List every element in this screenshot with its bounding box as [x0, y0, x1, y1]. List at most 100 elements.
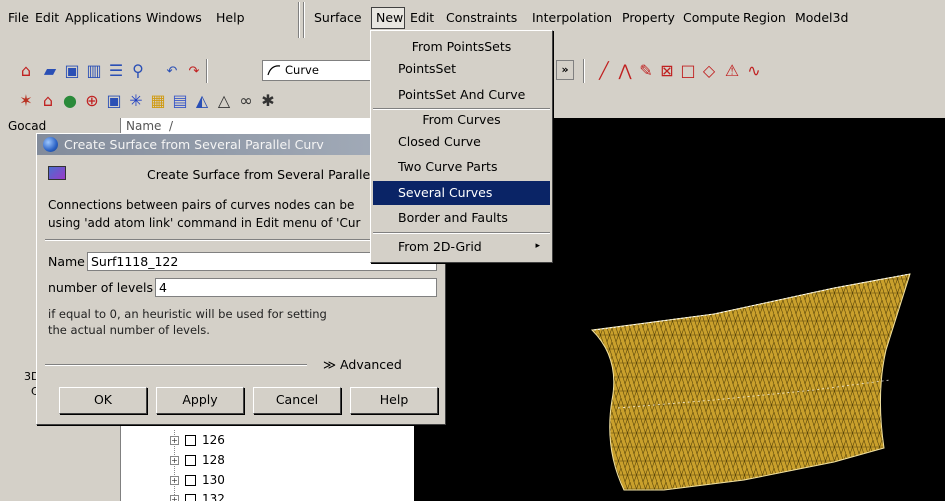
diamond-tool-icon[interactable]: ◇	[699, 61, 719, 81]
new-object-icon[interactable]: ⌂	[16, 61, 36, 81]
menu-windows[interactable]: Windows	[146, 10, 202, 25]
wave-tool-icon[interactable]: ∿	[744, 61, 764, 81]
menu-item-border-and-faults[interactable]: Border and Faults	[373, 206, 550, 230]
app-icon	[43, 137, 58, 152]
toolbar-overflow-button[interactable]: »	[556, 60, 574, 80]
tree-row[interactable]: +132	[170, 492, 225, 501]
layers-icon[interactable]: ▤	[170, 91, 190, 111]
expand-icon[interactable]: +	[170, 435, 179, 445]
menu-property[interactable]: Property	[622, 10, 675, 25]
menu-item-several-curves[interactable]: Several Curves	[373, 181, 550, 205]
submenu-arrow-icon: ▸	[535, 241, 540, 251]
gocad-label: Gocad	[8, 119, 47, 133]
object-type-combo[interactable]: Curve	[262, 60, 374, 81]
toolbar-separator	[583, 59, 585, 83]
asterisk-icon[interactable]: ✱	[258, 91, 278, 111]
undo-icon[interactable]: ↶	[162, 61, 182, 81]
menu-constraints[interactable]: Constraints	[446, 10, 517, 25]
delete-icon[interactable]: ▥	[84, 61, 104, 81]
search-icon[interactable]: ⚲	[128, 61, 148, 81]
dialog-heading: Create Surface from Several Parallel Cu	[147, 167, 395, 182]
save-icon[interactable]: ▣	[62, 61, 82, 81]
open-folder-icon[interactable]: ▰	[40, 61, 60, 81]
dialog-info: Connections between pairs of curves node…	[48, 196, 360, 232]
menu-item-pointsset-and-curve[interactable]: PointsSet And Curve	[373, 83, 550, 107]
help-button[interactable]: Help	[350, 387, 438, 414]
expand-icon[interactable]: +	[170, 494, 179, 501]
toolbar-separator	[206, 59, 208, 83]
glasses-icon[interactable]: ∞	[236, 91, 256, 111]
menu-separator	[373, 108, 550, 110]
visibility-checkbox[interactable]	[185, 454, 196, 466]
menu-applications[interactable]: Applications	[65, 10, 141, 25]
levels-note: if equal to 0, an heuristic will be used…	[48, 306, 327, 338]
menubar-separator	[303, 2, 305, 38]
tree-row-label: 132	[202, 492, 225, 501]
expand-icon[interactable]: +	[170, 455, 179, 465]
triangle-tool-icon[interactable]: ⚠	[722, 61, 742, 81]
box-select-icon[interactable]: ⊠	[657, 61, 677, 81]
menu-help[interactable]: Help	[216, 10, 245, 25]
menu-new[interactable]: New	[376, 10, 403, 25]
rectangle-tool-icon[interactable]: □	[678, 61, 698, 81]
tree-row-label: 126	[202, 433, 225, 447]
tree-column-name-label: Name	[126, 119, 162, 133]
menu-item-pointsset[interactable]: PointsSet	[373, 57, 550, 81]
tree-row[interactable]: +128	[170, 453, 225, 467]
menu-item-closed-curve[interactable]: Closed Curve	[373, 130, 550, 154]
surface-command-icon	[48, 166, 66, 180]
new-menu-dropdown: From PointsSets PointsSet PointsSet And …	[370, 30, 553, 263]
expand-icon[interactable]: +	[170, 475, 179, 485]
menu-file[interactable]: File	[8, 10, 29, 25]
advanced-divider	[45, 364, 307, 366]
visibility-checkbox[interactable]	[185, 493, 196, 501]
curve-icon	[267, 65, 281, 76]
line-tool-icon[interactable]: ╱	[594, 61, 614, 81]
menu-section-header: From Curves	[422, 112, 501, 127]
levels-field[interactable]: 4	[155, 278, 437, 297]
note-line: if equal to 0, an heuristic will be used…	[48, 307, 327, 321]
menu-item-from-2d-grid[interactable]: From 2D-Grid ▸	[373, 235, 550, 259]
light-icon[interactable]: ✳	[126, 91, 146, 111]
menu-section-header: From PointsSets	[411, 39, 512, 54]
advanced-toggle[interactable]: ≫ Advanced	[323, 357, 402, 372]
menu-interpolation[interactable]: Interpolation	[532, 10, 612, 25]
pencil-tool-icon[interactable]: ✎	[636, 61, 656, 81]
redo-icon[interactable]: ↷	[184, 61, 204, 81]
visibility-checkbox[interactable]	[185, 434, 196, 446]
menu-model3d[interactable]: Model3d	[795, 10, 848, 25]
tree-row[interactable]: +130	[170, 473, 225, 487]
menu-compute[interactable]: Compute	[683, 10, 740, 25]
palette-icon[interactable]: ▦	[148, 91, 168, 111]
menu-surface[interactable]: Surface	[314, 10, 362, 25]
surface-mesh	[590, 273, 911, 491]
tree-row-label: 130	[202, 473, 225, 487]
ok-button[interactable]: OK	[59, 387, 147, 414]
menubar-separator	[298, 2, 300, 38]
triangle-icon[interactable]: △	[214, 91, 234, 111]
object-type-combo-value: Curve	[285, 63, 319, 77]
dialog-title: Create Surface from Several Parallel Cur…	[64, 137, 324, 152]
tree-column-name[interactable]: Name /	[126, 119, 173, 133]
visibility-checkbox[interactable]	[185, 474, 196, 486]
menu-separator	[373, 232, 550, 234]
menu-item-two-curve-parts[interactable]: Two Curve Parts	[373, 155, 550, 179]
menu-edit[interactable]: Edit	[35, 10, 59, 25]
target-icon[interactable]: ⊕	[82, 91, 102, 111]
wizard-icon[interactable]: ✶	[16, 91, 36, 111]
menu-edit-surface[interactable]: Edit	[410, 10, 434, 25]
globe-icon[interactable]: ●	[60, 91, 80, 111]
info-line: Connections between pairs of curves node…	[48, 198, 355, 212]
levels-label: number of levels	[48, 280, 154, 295]
home-icon[interactable]: ⌂	[38, 91, 58, 111]
apply-button[interactable]: Apply	[156, 387, 244, 414]
menu-region[interactable]: Region	[743, 10, 786, 25]
tree-row[interactable]: +126	[170, 433, 225, 447]
note-line: the actual number of levels.	[48, 323, 210, 337]
name-label: Name	[48, 254, 85, 269]
cancel-button[interactable]: Cancel	[253, 387, 341, 414]
surface-icon[interactable]: ◭	[192, 91, 212, 111]
polyline-tool-icon[interactable]: ⋀	[615, 61, 635, 81]
list-icon[interactable]: ☰	[106, 61, 126, 81]
camera-icon[interactable]: ▣	[104, 91, 124, 111]
